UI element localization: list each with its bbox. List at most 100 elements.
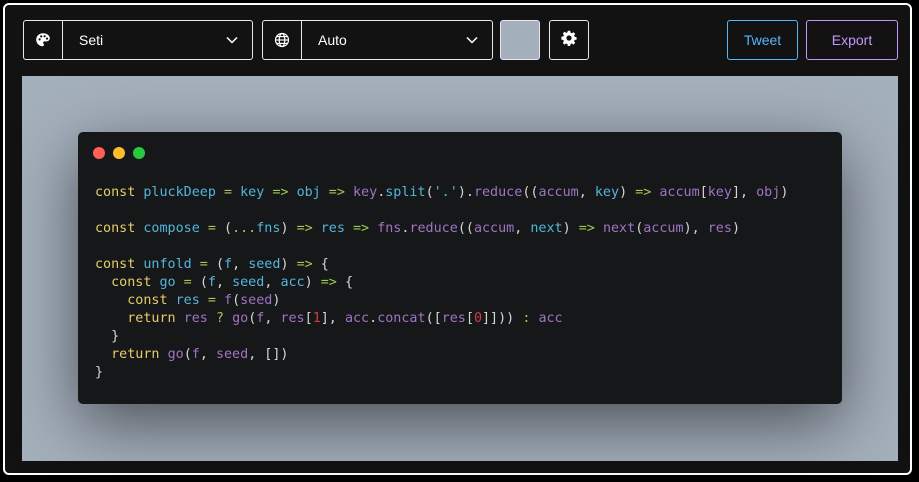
language-value: Auto <box>318 32 347 48</box>
code-line: return res ? go(f, res[1], acc.concat([r… <box>95 310 788 328</box>
code-token: pluckDeep <box>143 185 216 200</box>
code-token: } <box>95 365 104 380</box>
code-token: const <box>95 221 144 236</box>
code-token: (( <box>457 221 474 236</box>
code-token: reduce <box>473 185 523 200</box>
code-token: next <box>602 221 636 236</box>
code-token: } <box>95 329 120 344</box>
code-token: return <box>111 347 168 362</box>
code-token: ( <box>224 221 233 236</box>
code-token: ( <box>425 185 434 200</box>
code-token: ) <box>304 275 321 290</box>
code-token: fns <box>377 221 402 236</box>
code-token: accum <box>659 185 700 200</box>
code-token: acc <box>280 275 305 290</box>
code-token: ( <box>199 275 208 290</box>
code-token: f <box>224 257 233 272</box>
code-token: => <box>320 275 345 290</box>
code-line: } <box>95 328 788 346</box>
code-token: fns <box>256 221 281 236</box>
code-token: , <box>514 221 531 236</box>
chevron-down-icon <box>452 21 492 59</box>
code-token: const <box>127 293 176 308</box>
code-token: = <box>199 293 224 308</box>
code-token: 1 <box>312 311 321 326</box>
code-token: ), <box>683 221 708 236</box>
code-token: '.' <box>433 185 458 200</box>
code-token: key <box>240 185 265 200</box>
code-token: const <box>111 275 160 290</box>
close-dot-icon <box>93 147 105 159</box>
maximize-dot-icon <box>133 147 145 159</box>
code-token: => <box>344 221 378 236</box>
code-token: [ <box>465 311 474 326</box>
code-token: key <box>594 185 620 200</box>
code-token: ). <box>457 185 474 200</box>
code-token: . <box>369 311 378 326</box>
code-token: : <box>522 311 539 326</box>
code-line: } <box>95 364 788 382</box>
code-token: (( <box>522 185 539 200</box>
globe-icon <box>263 21 302 59</box>
code-token: obj <box>756 185 781 200</box>
code-token: = <box>191 257 216 272</box>
code-token: seed <box>215 347 249 362</box>
code-token: key <box>707 185 732 200</box>
code-token: acc <box>538 311 563 326</box>
code-token: seed <box>232 275 265 290</box>
code-token: => <box>320 185 353 200</box>
code-token: = <box>199 221 224 236</box>
code-token: ( <box>215 257 224 272</box>
export-button[interactable]: Export <box>806 20 898 60</box>
code-token: ... <box>232 221 257 236</box>
code-token: , <box>264 275 281 290</box>
code-editor[interactable]: const pluckDeep = key => obj => key. spli… <box>95 184 788 382</box>
code-token: , <box>199 347 216 362</box>
code-token: => <box>296 221 321 236</box>
code-token: ], <box>320 311 345 326</box>
code-token: compose <box>143 221 200 236</box>
code-line: return go(f, seed, []) <box>95 346 788 364</box>
code-token: concat <box>377 311 426 326</box>
background-color-swatch[interactable] <box>500 20 540 60</box>
code-token: ) <box>562 221 579 236</box>
code-token: ) <box>731 221 740 236</box>
code-token: = <box>215 185 241 200</box>
code-token: [ <box>304 311 313 326</box>
code-token: => <box>635 185 660 200</box>
theme-value: Seti <box>79 32 104 48</box>
code-token: acc <box>344 311 370 326</box>
code-token: res <box>320 221 345 236</box>
chevron-down-icon <box>212 21 252 59</box>
toolbar: Seti Auto Tweet Export <box>5 5 910 77</box>
app-frame: Seti Auto Tweet Export const pluckDeep =… <box>3 3 912 475</box>
code-token: ], <box>731 185 757 200</box>
code-token: res <box>183 311 208 326</box>
theme-dropdown[interactable]: Seti <box>23 20 253 60</box>
code-token: res <box>441 311 466 326</box>
code-token: split <box>385 185 426 200</box>
code-token: ) <box>280 221 297 236</box>
tweet-button[interactable]: Tweet <box>727 20 798 60</box>
code-token: => <box>296 257 321 272</box>
code-token: unfold <box>143 257 192 272</box>
code-token: , <box>232 257 249 272</box>
window-controls <box>93 147 145 159</box>
code-token: = <box>175 275 200 290</box>
code-token: key <box>353 185 378 200</box>
minimize-dot-icon <box>113 147 125 159</box>
code-token: , <box>264 311 281 326</box>
code-line: const res = f(seed) <box>95 292 788 310</box>
code-window: const pluckDeep = key => obj => key. spli… <box>78 132 842 404</box>
code-token: f <box>207 275 216 290</box>
code-token: go <box>167 347 184 362</box>
settings-button[interactable] <box>549 20 589 60</box>
palette-icon <box>24 21 63 59</box>
language-dropdown[interactable]: Auto <box>262 20 493 60</box>
code-line: const unfold = (f, seed) => { <box>95 256 788 274</box>
